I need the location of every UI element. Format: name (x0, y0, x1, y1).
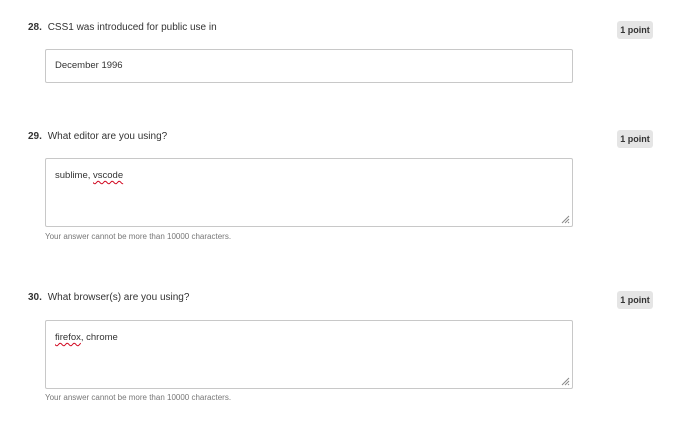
resize-handle-icon[interactable] (561, 377, 570, 386)
question-text: What editor are you using? (47, 131, 168, 142)
question-header: 30. What browser(s) are you using? (28, 291, 189, 305)
question-header: 29. What editor are you using? (28, 130, 167, 144)
answer-text: sublime, (55, 170, 94, 181)
answer-textarea[interactable]: firefox, chrome (45, 320, 573, 389)
resize-handle-icon[interactable] (561, 215, 570, 224)
question-header: 28. CSS1 was introduced for public use i… (28, 21, 217, 35)
question-number: 28. (28, 22, 42, 33)
question-number: 29. (28, 131, 42, 142)
question-text: CSS1 was introduced for public use in (47, 22, 217, 33)
answer-input[interactable]: December 1996 (45, 49, 573, 83)
character-limit-hint: Your answer cannot be more than 10000 ch… (45, 393, 232, 402)
question-number: 30. (28, 292, 42, 303)
points-badge: 1 point (617, 130, 653, 148)
spellcheck-flagged-word: firefox (55, 332, 81, 343)
question-text: What browser(s) are you using? (47, 292, 190, 303)
answer-value: December 1996 (55, 60, 123, 71)
points-badge: 1 point (617, 21, 653, 39)
character-limit-hint: Your answer cannot be more than 10000 ch… (45, 232, 232, 241)
points-badge: 1 point (617, 291, 653, 309)
quiz-page: 28. CSS1 was introduced for public use i… (0, 0, 700, 428)
answer-text: , chrome (80, 332, 118, 343)
spellcheck-flagged-word: vscode (93, 170, 124, 181)
answer-textarea[interactable]: sublime, vscode (45, 158, 573, 227)
